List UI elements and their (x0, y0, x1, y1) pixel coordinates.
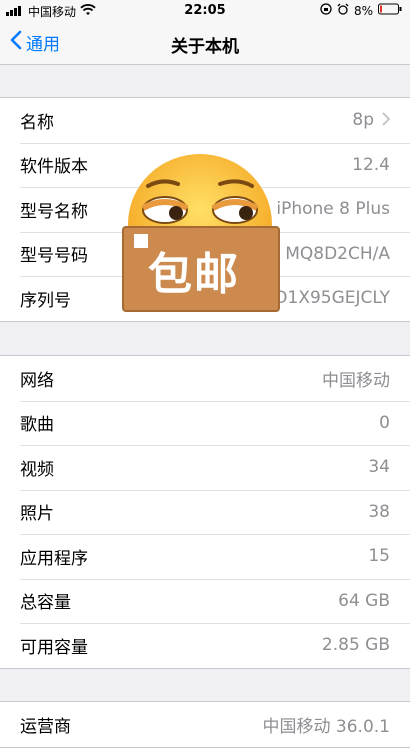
row-value: 8p (352, 110, 374, 131)
row-value: 15 (368, 546, 390, 567)
emoji-sticker: 包邮 (120, 152, 280, 312)
row-label: 可用容量 (20, 637, 88, 658)
row-applications: 应用程序 15 (0, 534, 410, 579)
row-value: MQ8D2CH/A (285, 243, 390, 264)
row-songs: 歌曲 0 (0, 400, 410, 446)
row-label: 应用程序 (20, 548, 88, 569)
alarm-icon (337, 3, 349, 18)
row-label: 总容量 (20, 593, 71, 614)
package-box: 包邮 (122, 226, 280, 312)
row-label: 软件版本 (20, 157, 88, 178)
row-value: iPhone 8 Plus (276, 199, 390, 220)
box-label-square (134, 234, 148, 248)
status-bar: 中国移动 22:05 8% (0, 0, 410, 22)
row-carrier: 运营商 中国移动 36.0.1 (0, 702, 410, 747)
row-available: 可用容量 2.85 GB (0, 623, 410, 668)
row-label: 照片 (20, 504, 54, 525)
row-videos: 视频 34 (0, 445, 410, 490)
battery-icon (378, 3, 402, 18)
row-label: 歌曲 (20, 415, 54, 436)
status-right: 8% (320, 3, 402, 18)
row-label: 序列号 (20, 290, 71, 311)
row-label: 型号号码 (20, 246, 88, 267)
chevron-right-icon (382, 110, 391, 131)
rotation-lock-icon (320, 3, 332, 18)
row-label: 型号名称 (20, 201, 88, 222)
carrier-info-group: 运营商 中国移动 36.0.1 (0, 701, 410, 748)
navigation-bar: 通用 关于本机 (0, 22, 410, 65)
row-value: 中国移动 36.0.1 (262, 716, 390, 737)
row-value: 12.4 (352, 154, 390, 175)
row-value: 0 (379, 412, 390, 433)
row-value: 34 (368, 457, 390, 478)
row-name[interactable]: 名称 8p (0, 98, 410, 143)
row-photos: 照片 38 (0, 489, 410, 535)
row-value: 2.85 GB (321, 635, 390, 656)
row-label: 名称 (20, 112, 54, 133)
row-value-wrap: 8p (352, 110, 391, 131)
usage-info-group: 网络 中国移动 歌曲 0 视频 34 照片 38 应用程序 15 总容量 64 … (0, 355, 410, 669)
sticker-text: 包邮 (148, 249, 240, 300)
row-value: FD1X95GEJCLY (264, 288, 390, 309)
row-network: 网络 中国移动 (0, 356, 410, 401)
row-label: 运营商 (20, 716, 71, 737)
row-label: 视频 (20, 459, 54, 480)
battery-percent: 8% (353, 3, 373, 18)
row-value: 64 GB (338, 590, 390, 611)
row-value: 中国移动 (322, 370, 390, 391)
row-value: 38 (368, 501, 390, 522)
row-label: 网络 (20, 370, 54, 391)
row-capacity: 总容量 64 GB (0, 578, 410, 624)
page-title: 关于本机 (171, 37, 239, 57)
